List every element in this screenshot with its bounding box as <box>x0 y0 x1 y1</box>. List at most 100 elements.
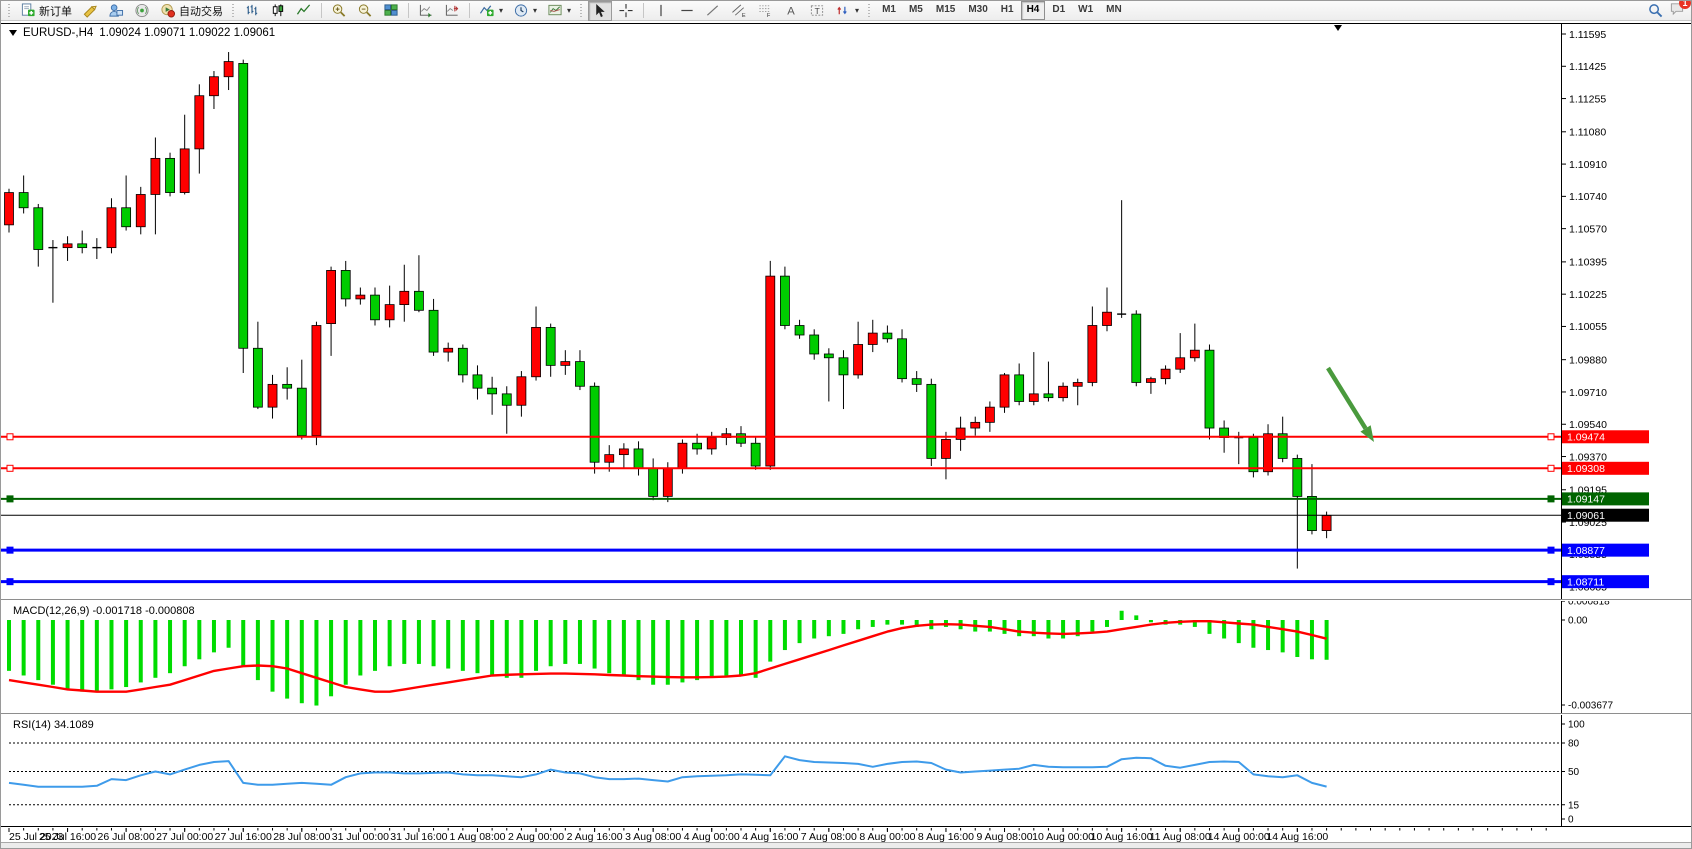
toolbar-right: 1 <box>1648 1 1689 21</box>
auto-scroll-icon <box>418 3 434 18</box>
chart-shift-icon <box>444 3 460 18</box>
level-lines-layer: 1.094741.093081.091471.090611.088771.087… <box>1 430 1649 588</box>
text-tool[interactable]: A <box>779 1 803 21</box>
arrows-icon <box>835 3 851 18</box>
zoom-out-button[interactable] <box>353 1 377 21</box>
timeframe-w1[interactable]: W1 <box>1072 1 1099 20</box>
time-label: 7 Aug 08:00 <box>801 831 857 842</box>
community-button[interactable] <box>104 1 128 21</box>
ohlc-bars-icon <box>244 3 260 18</box>
indicators-button[interactable]: ▾ <box>475 1 507 21</box>
svg-text:1.10740: 1.10740 <box>1569 191 1607 203</box>
svg-text:1.10395: 1.10395 <box>1569 257 1607 269</box>
time-label: 2 Aug 00:00 <box>508 831 564 842</box>
svg-text:1.10910: 1.10910 <box>1569 159 1607 171</box>
timeframe-m30[interactable]: M30 <box>962 1 993 20</box>
signals-button[interactable] <box>130 1 154 21</box>
zoom-in-icon <box>331 3 347 18</box>
text-label-icon: T <box>809 3 825 18</box>
svg-text:T: T <box>815 6 820 16</box>
toolbar-separator <box>469 3 470 18</box>
fibonacci-tool[interactable]: F <box>753 1 777 21</box>
notifications-button[interactable]: 1 <box>1669 1 1685 21</box>
timeframe-d1[interactable]: D1 <box>1046 1 1071 20</box>
tile-windows-button[interactable] <box>379 1 403 21</box>
autotrading-label: 自动交易 <box>179 3 223 19</box>
svg-text:1.09061: 1.09061 <box>1567 510 1605 522</box>
time-label: 31 Jul 16:00 <box>390 831 447 842</box>
new-order-icon <box>20 3 36 18</box>
candles-layer <box>5 52 1332 569</box>
timeframe-h1[interactable]: H1 <box>995 1 1020 20</box>
symbol-title: EURUSD-,H4 <box>23 27 93 39</box>
one-click-trading-toggle-icon[interactable] <box>9 30 17 36</box>
main-price-chart[interactable]: 1.115951.114251.112551.110801.109101.107… <box>1 23 1692 599</box>
svg-text:15: 15 <box>1568 800 1580 811</box>
text-icon: A <box>783 3 799 18</box>
zoom-out-icon <box>357 3 373 18</box>
periods-button[interactable]: ▾ <box>509 1 541 21</box>
rsi-panel[interactable]: 1008050150RSI(14) 34.1089 <box>1 715 1692 827</box>
status-strip <box>1 842 1692 849</box>
auto-scroll-button[interactable] <box>414 1 438 21</box>
macd-panel[interactable]: 0.0008180.00-0.003677MACD(12,26,9) -0.00… <box>1 601 1692 713</box>
template-icon <box>547 3 563 18</box>
svg-text:1.09147: 1.09147 <box>1567 494 1605 506</box>
vertical-line-icon <box>653 3 669 18</box>
new-order-button[interactable]: 新订单 <box>16 1 76 21</box>
dropdown-caret-icon: ▾ <box>499 6 503 15</box>
candlestick-icon <box>270 3 286 18</box>
mt4-window: 新订单 <box>0 0 1692 849</box>
toolbar-separator <box>408 3 409 18</box>
svg-text:E: E <box>742 13 746 18</box>
toolbar-grip <box>867 4 872 18</box>
toolbar: 新订单 <box>1 1 1692 21</box>
equidistant-channel-tool[interactable]: E <box>727 1 751 21</box>
time-label: 11 Aug 08:00 <box>1150 831 1211 842</box>
timeframe-m5[interactable]: M5 <box>903 1 929 20</box>
search-icon[interactable] <box>1648 3 1663 18</box>
time-label: 26 Jul 08:00 <box>98 831 155 842</box>
styler-button[interactable] <box>78 1 102 21</box>
svg-text:1.10055: 1.10055 <box>1569 321 1607 333</box>
svg-text:1.09474: 1.09474 <box>1567 432 1605 444</box>
crosshair-icon <box>618 3 634 18</box>
bar-chart-button[interactable] <box>240 1 264 21</box>
trendline-tool[interactable] <box>701 1 725 21</box>
svg-text:1.10225: 1.10225 <box>1569 289 1607 301</box>
cursor-button[interactable] <box>588 1 612 21</box>
time-label: 28 Jul 08:00 <box>273 831 330 842</box>
autotrading-icon <box>160 3 176 18</box>
svg-text:F: F <box>767 13 771 18</box>
templates-button[interactable]: ▾ <box>543 1 575 21</box>
notification-badge: 1 <box>1679 0 1691 9</box>
time-label: 10 Aug 00:00 <box>1032 831 1094 842</box>
text-label-tool[interactable]: T <box>805 1 829 21</box>
clock-icon <box>513 3 529 18</box>
arrows-tool[interactable]: ▾ <box>831 1 863 21</box>
vertical-line-tool[interactable] <box>649 1 673 21</box>
time-label: 8 Aug 00:00 <box>859 831 915 842</box>
timeframe-mn[interactable]: MN <box>1100 1 1128 20</box>
time-label: 3 Aug 08:00 <box>625 831 681 842</box>
svg-text:-0.003677: -0.003677 <box>1568 701 1613 712</box>
horizontal-line-tool[interactable] <box>675 1 699 21</box>
community-icon <box>108 3 124 18</box>
svg-text:1.09540: 1.09540 <box>1569 419 1607 431</box>
time-label: 9 Aug 08:00 <box>976 831 1032 842</box>
timeframe-m15[interactable]: M15 <box>930 1 961 20</box>
signal-icon <box>134 3 150 18</box>
time-label: 4 Aug 00:00 <box>684 831 740 842</box>
zoom-in-button[interactable] <box>327 1 351 21</box>
trendline-icon <box>705 3 721 18</box>
horizontal-line-icon <box>679 3 695 18</box>
autotrading-button[interactable]: 自动交易 <box>156 1 227 21</box>
timeframe-m1[interactable]: M1 <box>876 1 902 20</box>
timeframe-h4[interactable]: H4 <box>1021 1 1046 20</box>
chart-shift-button[interactable] <box>440 1 464 21</box>
line-chart-button[interactable] <box>292 1 316 21</box>
chart-title-bar: EURUSD-,H4 1.09024 1.09071 1.09022 1.090… <box>9 27 275 39</box>
candlestick-chart-button[interactable] <box>266 1 290 21</box>
toolbar-grip <box>231 4 236 18</box>
fibonacci-icon: F <box>757 3 773 18</box>
